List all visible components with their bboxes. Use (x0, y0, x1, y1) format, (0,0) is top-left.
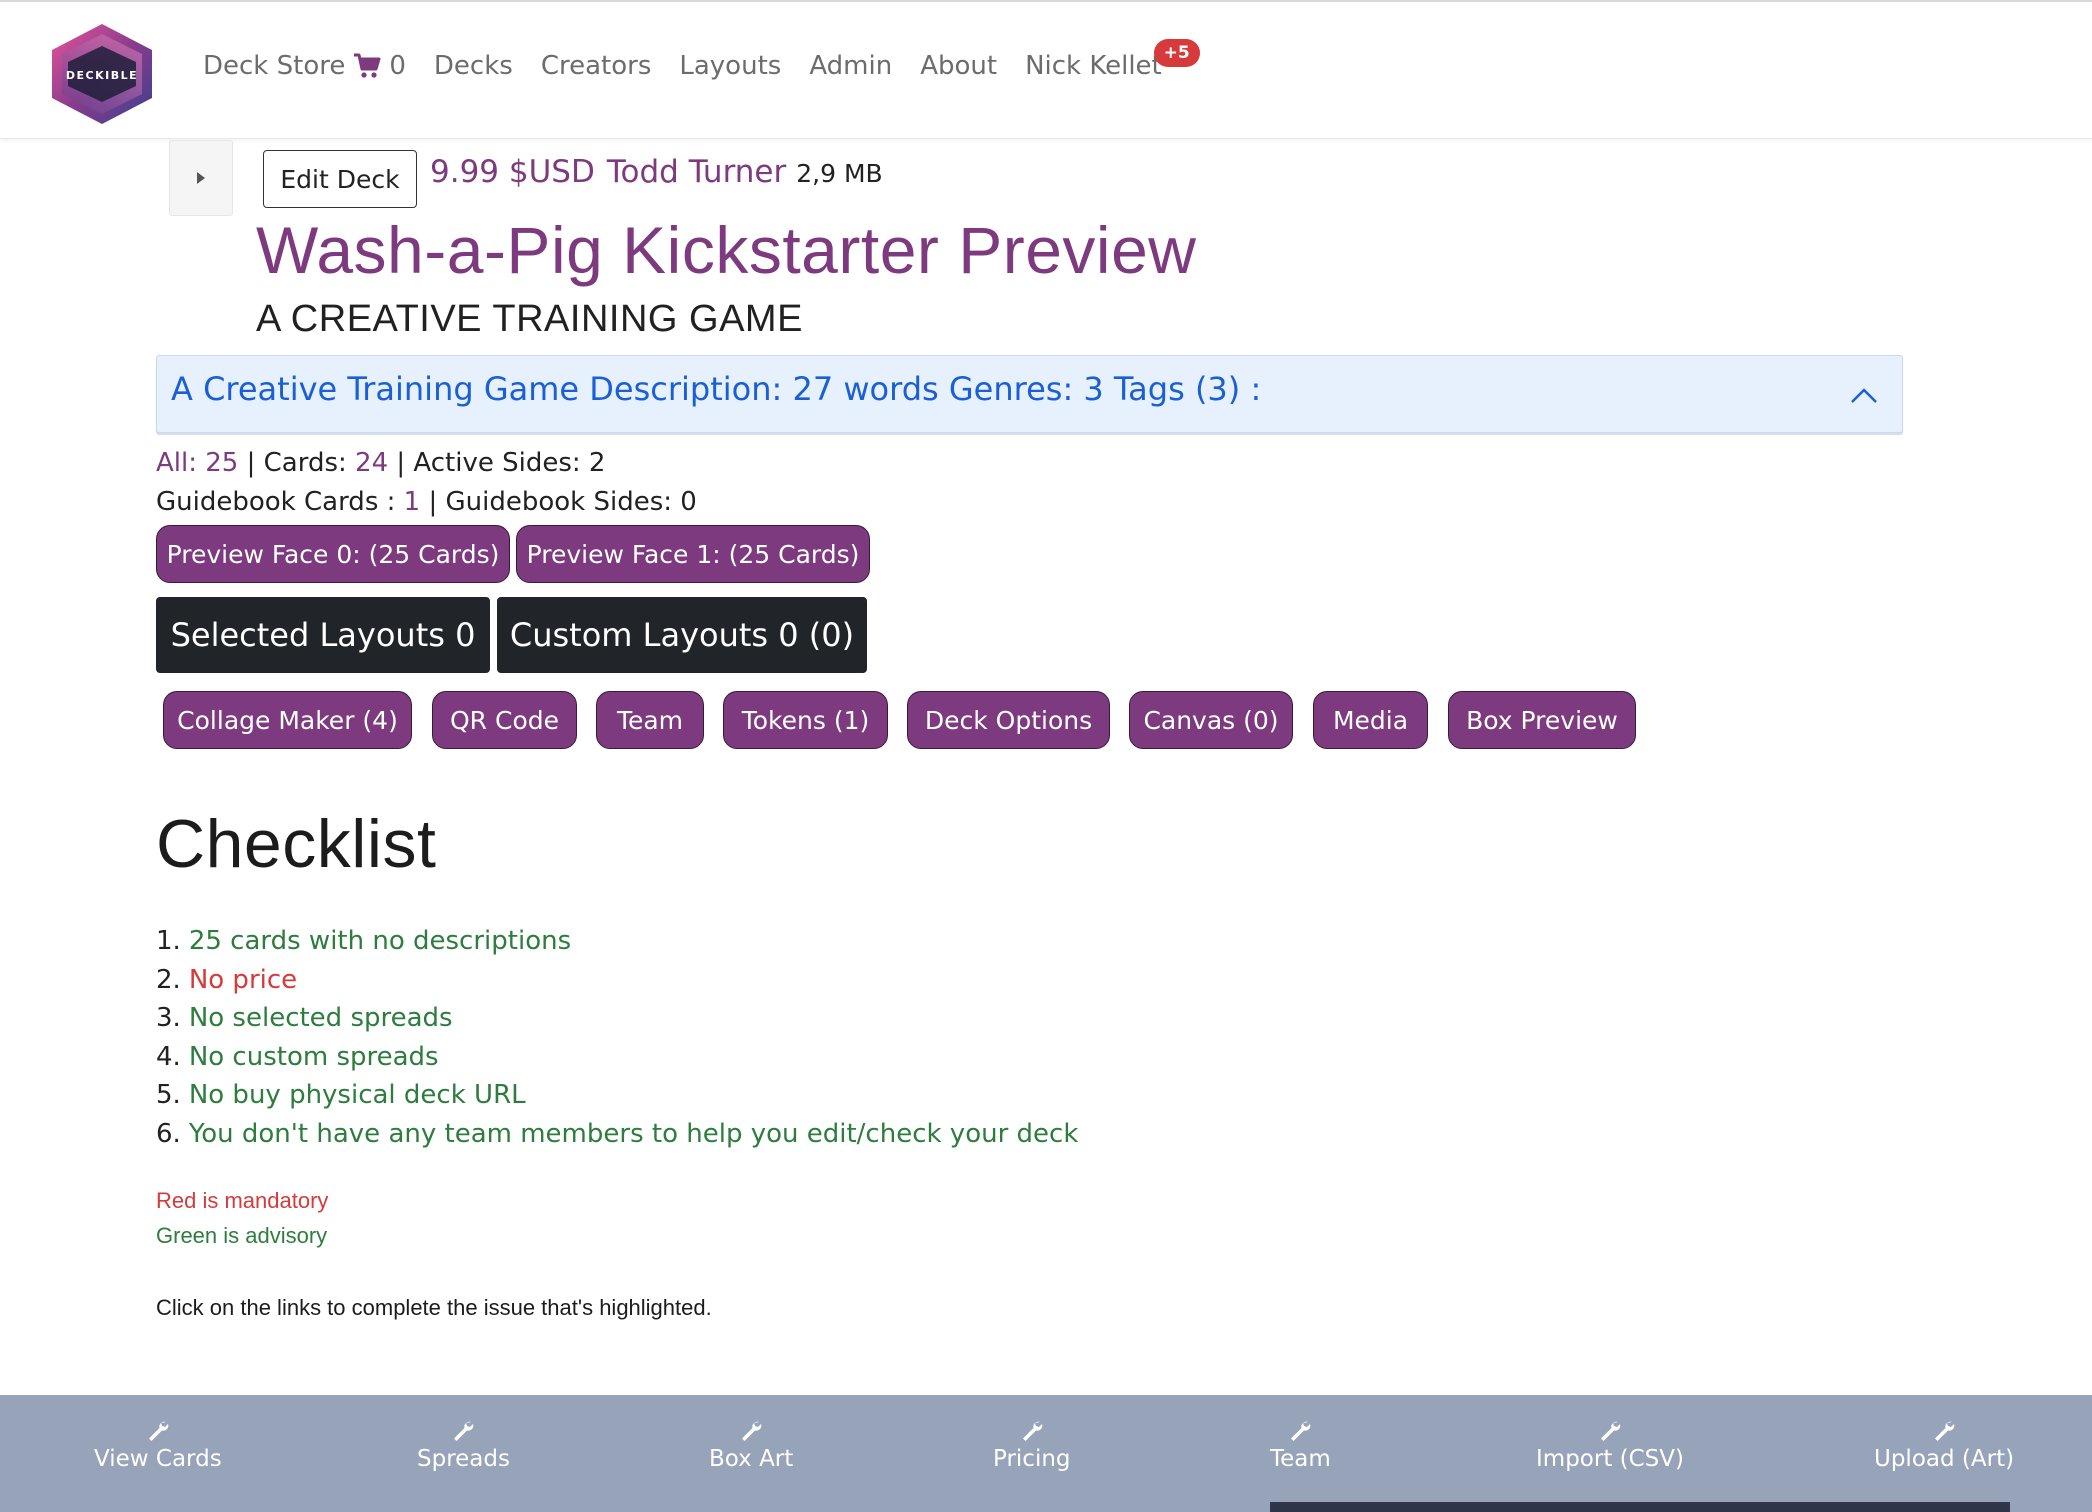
cards-label: | Cards: (238, 448, 356, 478)
deck-stats: All: 25 | Cards: 24 | Active Sides: 2 (156, 448, 605, 478)
box-art-tool[interactable]: Box Art (709, 1418, 793, 1472)
tool-label: View Cards (94, 1446, 222, 1472)
deck-price: 9.99 $USD (430, 154, 595, 190)
accordion-header-text[interactable]: A Creative Training Game Description: 27… (171, 370, 1261, 408)
sidebar-toggle-button[interactable] (169, 140, 233, 216)
guidebook-sides: | Guidebook Sides: 0 (420, 487, 697, 517)
wrench-icon (148, 1421, 169, 1441)
selected-layouts-button[interactable]: Selected Layouts 0 (156, 597, 490, 673)
deck-subtitle: A CREATIVE TRAINING GAME (256, 298, 803, 340)
checklist-item-link[interactable]: You don't have any team members to help … (189, 1119, 1079, 1149)
deckible-logo[interactable]: DECKIBLE (44, 22, 160, 126)
tool-label: Box Art (709, 1446, 794, 1472)
nav-creators[interactable]: Creators (541, 51, 652, 81)
deck-author[interactable]: Todd Turner (607, 154, 786, 190)
description-accordion[interactable]: A Creative Training Game Description: 27… (156, 355, 1903, 433)
brand-text: DECKIBLE (66, 69, 138, 82)
user-name: Nick Kellet (1025, 51, 1162, 81)
all-count-link[interactable]: All: 25 (156, 448, 238, 478)
wrench-icon (1291, 1421, 1311, 1441)
active-sides: | Active Sides: 2 (388, 448, 606, 478)
checklist-item: 3. No selected spreads (156, 1003, 453, 1033)
tool-label: Import (CSV) (1536, 1446, 1684, 1472)
nav-layouts[interactable]: Layouts (679, 51, 781, 81)
canvas-button[interactable]: Canvas (0) (1129, 691, 1293, 749)
navbar: DECKIBLE Deck Store 0 Decks Creators Lay… (0, 2, 2092, 139)
caret-right-icon (197, 172, 205, 184)
checklist-item-link[interactable]: No price (189, 965, 297, 995)
nav-decks[interactable]: Decks (434, 51, 513, 81)
wrench-icon (1600, 1421, 1621, 1441)
tool-label: Team (1270, 1446, 1331, 1472)
preview-face-0-button[interactable]: Preview Face 0: (25 Cards) (156, 525, 510, 583)
nav-deck-store[interactable]: Deck Store 0 (203, 51, 406, 81)
tool-label: Upload (Art) (1874, 1446, 2015, 1472)
deck-options-button[interactable]: Deck Options (907, 691, 1110, 749)
view-cards-tool[interactable]: View Cards (94, 1418, 222, 1472)
edit-deck-button[interactable]: Edit Deck (263, 150, 417, 208)
checklist-item: 5. No buy physical deck URL (156, 1080, 526, 1110)
preview-face-1-button[interactable]: Preview Face 1: (25 Cards) (516, 525, 870, 583)
checklist-item-link[interactable]: No selected spreads (189, 1003, 453, 1033)
deck-title: Wash-a-Pig Kickstarter Preview (256, 213, 1197, 287)
checklist-item-link[interactable]: No buy physical deck URL (189, 1080, 526, 1110)
background-image-strip (1270, 1502, 2010, 1512)
legend-mandatory: Red is mandatory (156, 1188, 329, 1213)
collage-maker-button[interactable]: Collage Maker (4) (163, 691, 412, 749)
nav-user-menu[interactable]: Nick Kellet +5 (1025, 39, 1200, 81)
qr-code-button[interactable]: QR Code (432, 691, 577, 749)
nav-deck-store-label: Deck Store (203, 51, 346, 81)
team-button[interactable]: Team (596, 691, 704, 749)
checklist: 1. 25 cards with no descriptions 2. No pri… (156, 922, 1078, 1153)
wrench-icon (1022, 1421, 1043, 1441)
legend-advisory: Green is advisory (156, 1223, 328, 1248)
wrench-icon (742, 1421, 762, 1441)
box-preview-button[interactable]: Box Preview (1448, 691, 1636, 749)
wrench-icon (454, 1421, 474, 1441)
pricing-tool[interactable]: Pricing (993, 1418, 1071, 1472)
checklist-title: Checklist (156, 806, 437, 882)
tokens-button[interactable]: Tokens (1) (723, 691, 888, 749)
checklist-item-link[interactable]: 25 cards with no descriptions (189, 926, 571, 956)
checklist-hint: Click on the links to complete the issue… (156, 1295, 712, 1320)
custom-layouts-button[interactable]: Custom Layouts 0 (0) (497, 597, 867, 673)
nav-admin[interactable]: Admin (809, 51, 892, 81)
tool-label: Pricing (993, 1446, 1071, 1472)
guidebook-label: Guidebook Cards : (156, 487, 404, 517)
spreads-tool[interactable]: Spreads (417, 1418, 510, 1472)
deck-meta: 9.99 $USD Todd Turner 2,9 MB (430, 154, 883, 196)
upload-art-tool[interactable]: Upload (Art) (1874, 1418, 2014, 1472)
wrench-icon (1935, 1421, 1955, 1441)
chevron-up-icon[interactable] (1850, 386, 1878, 404)
import-csv-tool[interactable]: Import (CSV) (1536, 1418, 1684, 1472)
checklist-item: 6. You don't have any team members to hel… (156, 1118, 1079, 1149)
checklist-item-link[interactable]: No custom spreads (189, 1042, 439, 1072)
deck-size: 2,9 MB (796, 159, 883, 188)
cart-count: 0 (389, 51, 406, 81)
cart-icon[interactable] (353, 53, 381, 79)
notification-badge[interactable]: +5 (1153, 39, 1200, 67)
guidebook-stats: Guidebook Cards : 1 | Guidebook Sides: 0 (156, 487, 697, 517)
guidebook-count-link[interactable]: 1 (404, 487, 421, 517)
nav-about[interactable]: About (920, 51, 997, 81)
nav-menu: Deck Store 0 Decks Creators Layouts Admi… (203, 39, 1200, 90)
tool-label: Spreads (417, 1446, 510, 1472)
checklist-item: 4. No custom spreads (156, 1041, 439, 1072)
checklist-item: 1. 25 cards with no descriptions (156, 926, 572, 956)
cards-count-link[interactable]: 24 (355, 448, 388, 478)
team-tool[interactable]: Team (1270, 1418, 1331, 1472)
media-button[interactable]: Media (1313, 691, 1428, 749)
checklist-item: 2. No price (156, 964, 298, 995)
